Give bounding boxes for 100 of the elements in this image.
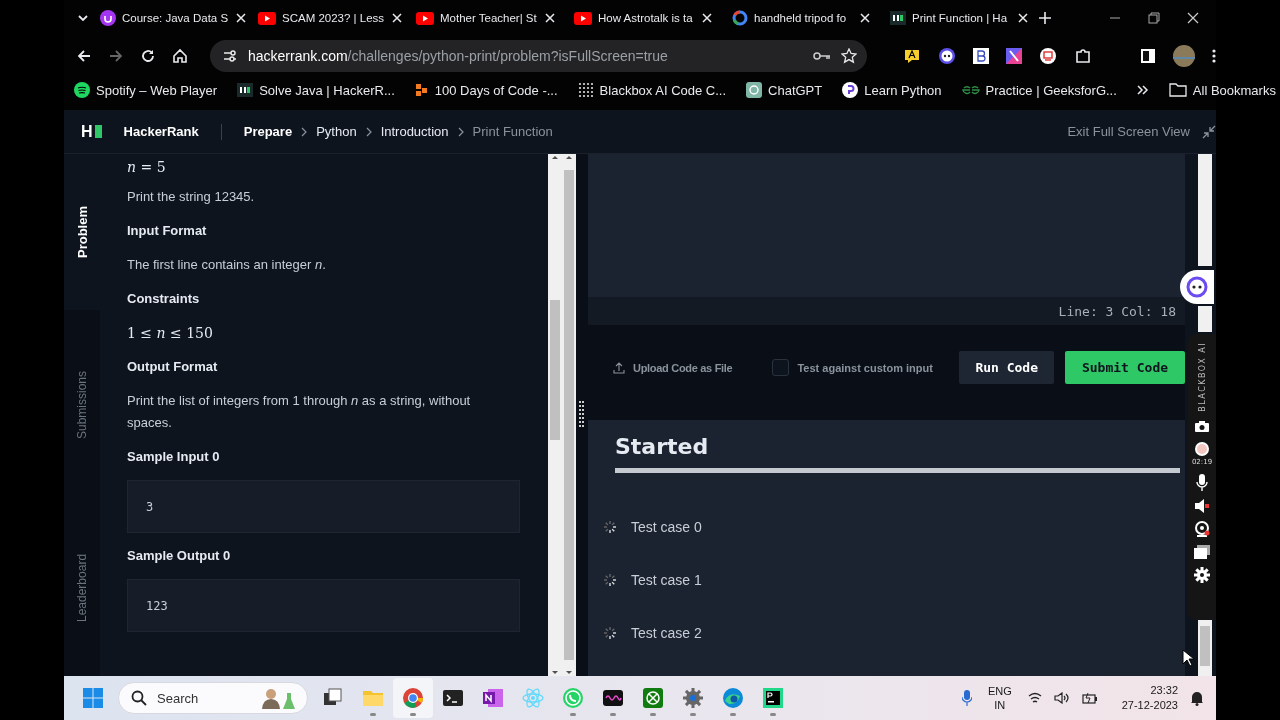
browser-tab[interactable]: Course: Java Data S (90, 0, 248, 36)
music-logo-icon (74, 82, 90, 98)
robot-extension-icon[interactable] (1039, 47, 1057, 65)
gfg-logo-icon (961, 84, 980, 96)
home-icon[interactable] (172, 48, 188, 64)
test-case-label[interactable]: Test case 1 (631, 571, 702, 588)
vertical-label: BLACKBOX AI (1197, 342, 1207, 412)
browser-tab[interactable]: How Astrotalk is ta (564, 0, 722, 36)
test-case-label[interactable]: Test case 2 (631, 624, 702, 641)
chevron-right-icon (364, 126, 373, 137)
browser-tab[interactable]: handheld tripod fo (722, 0, 880, 36)
mouse-cursor-icon (1182, 649, 1194, 667)
sample-code-block: 123 (127, 579, 520, 632)
browser-tab[interactable]: SCAM 2023? | Less (248, 0, 406, 36)
collapse-arrows-icon[interactable] (1202, 124, 1216, 139)
game-controller-icon (642, 687, 664, 709)
results-title: Started (615, 434, 1180, 473)
password-key-icon[interactable] (813, 50, 831, 62)
bot-icon (1186, 276, 1208, 298)
bookmark-item[interactable]: Blackbox AI Code C... (577, 82, 727, 98)
close-icon[interactable] (390, 11, 405, 25)
browser-tab[interactable]: Print Function | Ha (880, 0, 1038, 36)
record-icon[interactable] (1194, 440, 1210, 457)
extensions-puzzle-icon[interactable] (1074, 47, 1092, 65)
bookmark-item[interactable]: Spotify – Web Player (74, 82, 218, 98)
battery-icon[interactable] (1081, 692, 1098, 704)
chevron-right-icon (300, 126, 309, 137)
reload-icon[interactable] (140, 48, 156, 64)
bookmark-item[interactable]: 100 Days of Code -... (414, 82, 558, 98)
clock[interactable]: 23:32 27-12-2023 (1121, 683, 1178, 713)
close-icon[interactable] (1186, 11, 1200, 25)
translate-extension-icon[interactable] (903, 47, 921, 65)
scrollbar-thumb[interactable] (550, 300, 560, 440)
checkbox-label[interactable]: Test against custom input (797, 361, 933, 374)
notification-bell-icon[interactable] (1190, 690, 1204, 706)
breadcrumb-link[interactable]: Print Function (472, 124, 553, 139)
bot-extension-icon[interactable] (938, 47, 956, 65)
breadcrumb-link[interactable]: Introduction (380, 124, 449, 139)
chat-logo-icon (746, 82, 763, 98)
back-arrow-icon[interactable] (76, 48, 92, 64)
assistant-bubble[interactable] (1180, 270, 1214, 304)
breadcrumb-link[interactable]: Python (316, 124, 357, 139)
submit-button[interactable]: Submit Code (1065, 351, 1185, 384)
search-field[interactable]: Search (118, 682, 308, 714)
site-settings-icon[interactable] (222, 48, 238, 64)
bookmark-item[interactable]: ChatGPT (746, 82, 823, 98)
site-logo[interactable]: H (81, 122, 102, 141)
section-heading: Output Format (127, 358, 219, 376)
scrollbar[interactable] (562, 154, 576, 676)
menu-dots-icon[interactable] (1212, 48, 1216, 64)
bookmark-item[interactable]: Solve Java | HackerR... (237, 82, 395, 98)
b-extension-icon[interactable] (973, 48, 989, 64)
side-tab[interactable]: Problem (64, 154, 100, 310)
run-button[interactable]: Run Code (959, 351, 1054, 384)
webcam-icon[interactable] (1194, 520, 1210, 537)
upload-file-button[interactable]: Upload Code as File (613, 361, 733, 374)
bookmark-item[interactable]: Learn Python (842, 82, 942, 98)
browser-wave-icon (722, 687, 744, 709)
bookmark-star-icon[interactable] (841, 48, 857, 64)
url-text[interactable]: hackerrank.com/challenges/python-print/problem?isFullScreen=true (248, 48, 668, 64)
breadcrumb-link[interactable]: Prepare (243, 124, 293, 139)
checkbox[interactable] (772, 359, 790, 376)
close-icon[interactable] (1016, 11, 1030, 25)
forward-arrow-icon[interactable] (108, 48, 124, 64)
side-panel-icon[interactable] (1140, 48, 1156, 64)
settings-icon[interactable] (1194, 566, 1210, 583)
exit-fullscreen-link[interactable]: Exit Full Screen View (1067, 124, 1190, 139)
close-icon[interactable] (542, 11, 557, 25)
scrollbar[interactable] (1198, 620, 1212, 676)
close-icon[interactable] (858, 11, 872, 25)
all-bookmarks-button[interactable]: All Bookmarks (1168, 82, 1276, 98)
flask-figure-icon (259, 687, 297, 709)
wifi-icon[interactable] (1027, 692, 1042, 704)
microphone-icon[interactable] (1196, 473, 1208, 491)
scrollbar-thumb[interactable] (564, 170, 574, 660)
wave-app-icon (602, 687, 624, 709)
browser-tab[interactable]: Mother Teacher| St (406, 0, 564, 36)
test-case-label[interactable]: Test case 0 (631, 518, 702, 535)
camera-icon[interactable] (1194, 419, 1210, 433)
speaker-icon[interactable] (1194, 498, 1210, 513)
address-bar[interactable]: hackerrank.com/challenges/python-print/problem?isFullScreen=true (210, 40, 867, 72)
windows-icon[interactable] (1194, 544, 1210, 559)
profile-avatar-icon[interactable] (1173, 45, 1195, 67)
close-icon[interactable] (700, 11, 714, 25)
input-language[interactable]: ENG IN (987, 684, 1012, 712)
bookmark-item[interactable]: Practice | GeeksforG... (961, 82, 1117, 98)
scrollbar[interactable] (1198, 154, 1212, 266)
scrollbar[interactable] (1198, 306, 1212, 332)
scrollbar[interactable] (548, 154, 562, 676)
new-tab-plus-icon[interactable] (1038, 11, 1052, 25)
scrollbar-thumb[interactable] (1200, 626, 1210, 666)
video-logo-icon (574, 11, 592, 25)
close-icon[interactable] (234, 11, 249, 25)
restore-icon[interactable] (1147, 11, 1161, 25)
colorful-extension-icon[interactable] (1006, 48, 1022, 64)
windows-logo-icon (83, 688, 103, 708)
volume-icon[interactable] (1053, 692, 1070, 704)
more-bookmarks-chevron-icon[interactable] (1136, 84, 1149, 96)
drag-handle-icon[interactable] (579, 401, 585, 429)
brand-name[interactable]: HackerRank (123, 124, 199, 139)
